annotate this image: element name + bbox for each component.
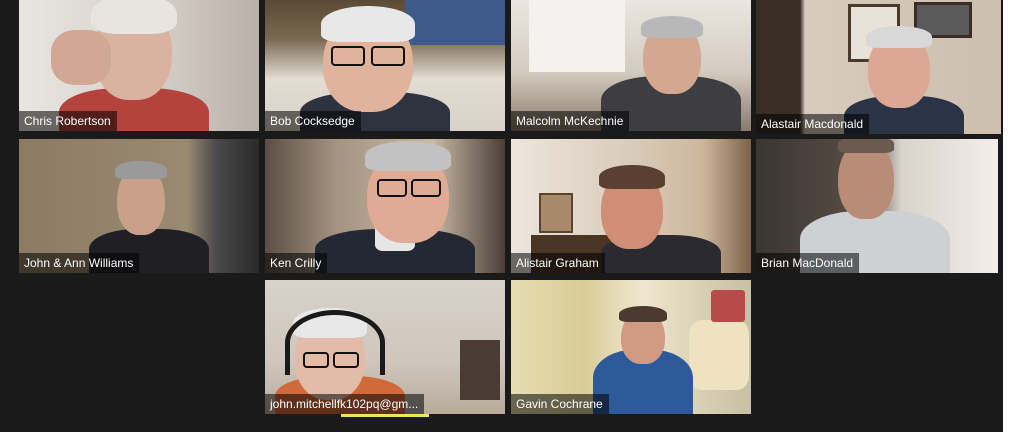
participant-tile-alastair-macdonald[interactable]: Alastair Macdonald [756,0,1001,134]
participant-tile-ken-crilly[interactable]: Ken Crilly [265,139,505,273]
participant-hair [866,26,932,48]
participant-name-label: John & Ann Williams [19,253,140,273]
glasses-icon [331,46,365,66]
participant-hair [321,6,415,42]
participant-name-label: Chris Robertson [19,111,117,131]
participant-hair [619,306,667,322]
audio-level-indicator [341,414,429,417]
participant-tile-gavin-cochrane[interactable]: Gavin Cochrane [511,280,751,414]
video-grid: Chris Robertson Bob Cocksedge Malcolm Mc… [0,0,1017,432]
participant-tile-chris-robertson[interactable]: Chris Robertson [19,0,259,131]
participant-hair [838,139,894,153]
participant-tile-brian-macdonald[interactable]: Brian MacDonald [756,139,998,273]
participant-name-label: Alistair Graham [511,253,605,273]
window [529,0,625,72]
participant-tile-john-mitchell[interactable]: john.mitchellfk102pq@gm... [265,280,505,414]
glasses-icon [371,46,405,66]
participant-tile-alistair-graham[interactable]: Alistair Graham [511,139,751,273]
participant-hair [641,16,703,38]
participant-name-label: Alastair Macdonald [756,114,870,134]
participant-hair [599,165,665,189]
bookshelf [405,0,505,45]
participant-name-label: john.mitchellfk102pq@gm... [265,394,425,414]
picture-frame [460,340,500,400]
participant-name-label: Bob Cocksedge [265,111,361,131]
window-edge [1003,0,1017,432]
glasses-icon [303,352,329,368]
participant-name-label: Gavin Cochrane [511,394,609,414]
glasses-icon [377,179,407,197]
participant-hair [91,0,177,34]
participant-hand [51,30,111,85]
glasses-icon [411,179,441,197]
participant-name-label: Malcolm McKechnie [511,111,630,131]
participant-hair [115,161,167,179]
participant-name-label: Brian MacDonald [756,253,860,273]
participant-hair [365,141,451,171]
cushion [711,290,745,322]
sofa [689,320,749,390]
picture-frame [539,193,573,233]
participant-tile-malcolm-mckechnie[interactable]: Malcolm McKechnie [511,0,751,131]
participant-tile-bob-cocksedge[interactable]: Bob Cocksedge [265,0,505,131]
participant-tile-john-ann-williams[interactable]: John & Ann Williams [19,139,259,273]
glasses-icon [333,352,359,368]
participant-name-label: Ken Crilly [265,253,328,273]
